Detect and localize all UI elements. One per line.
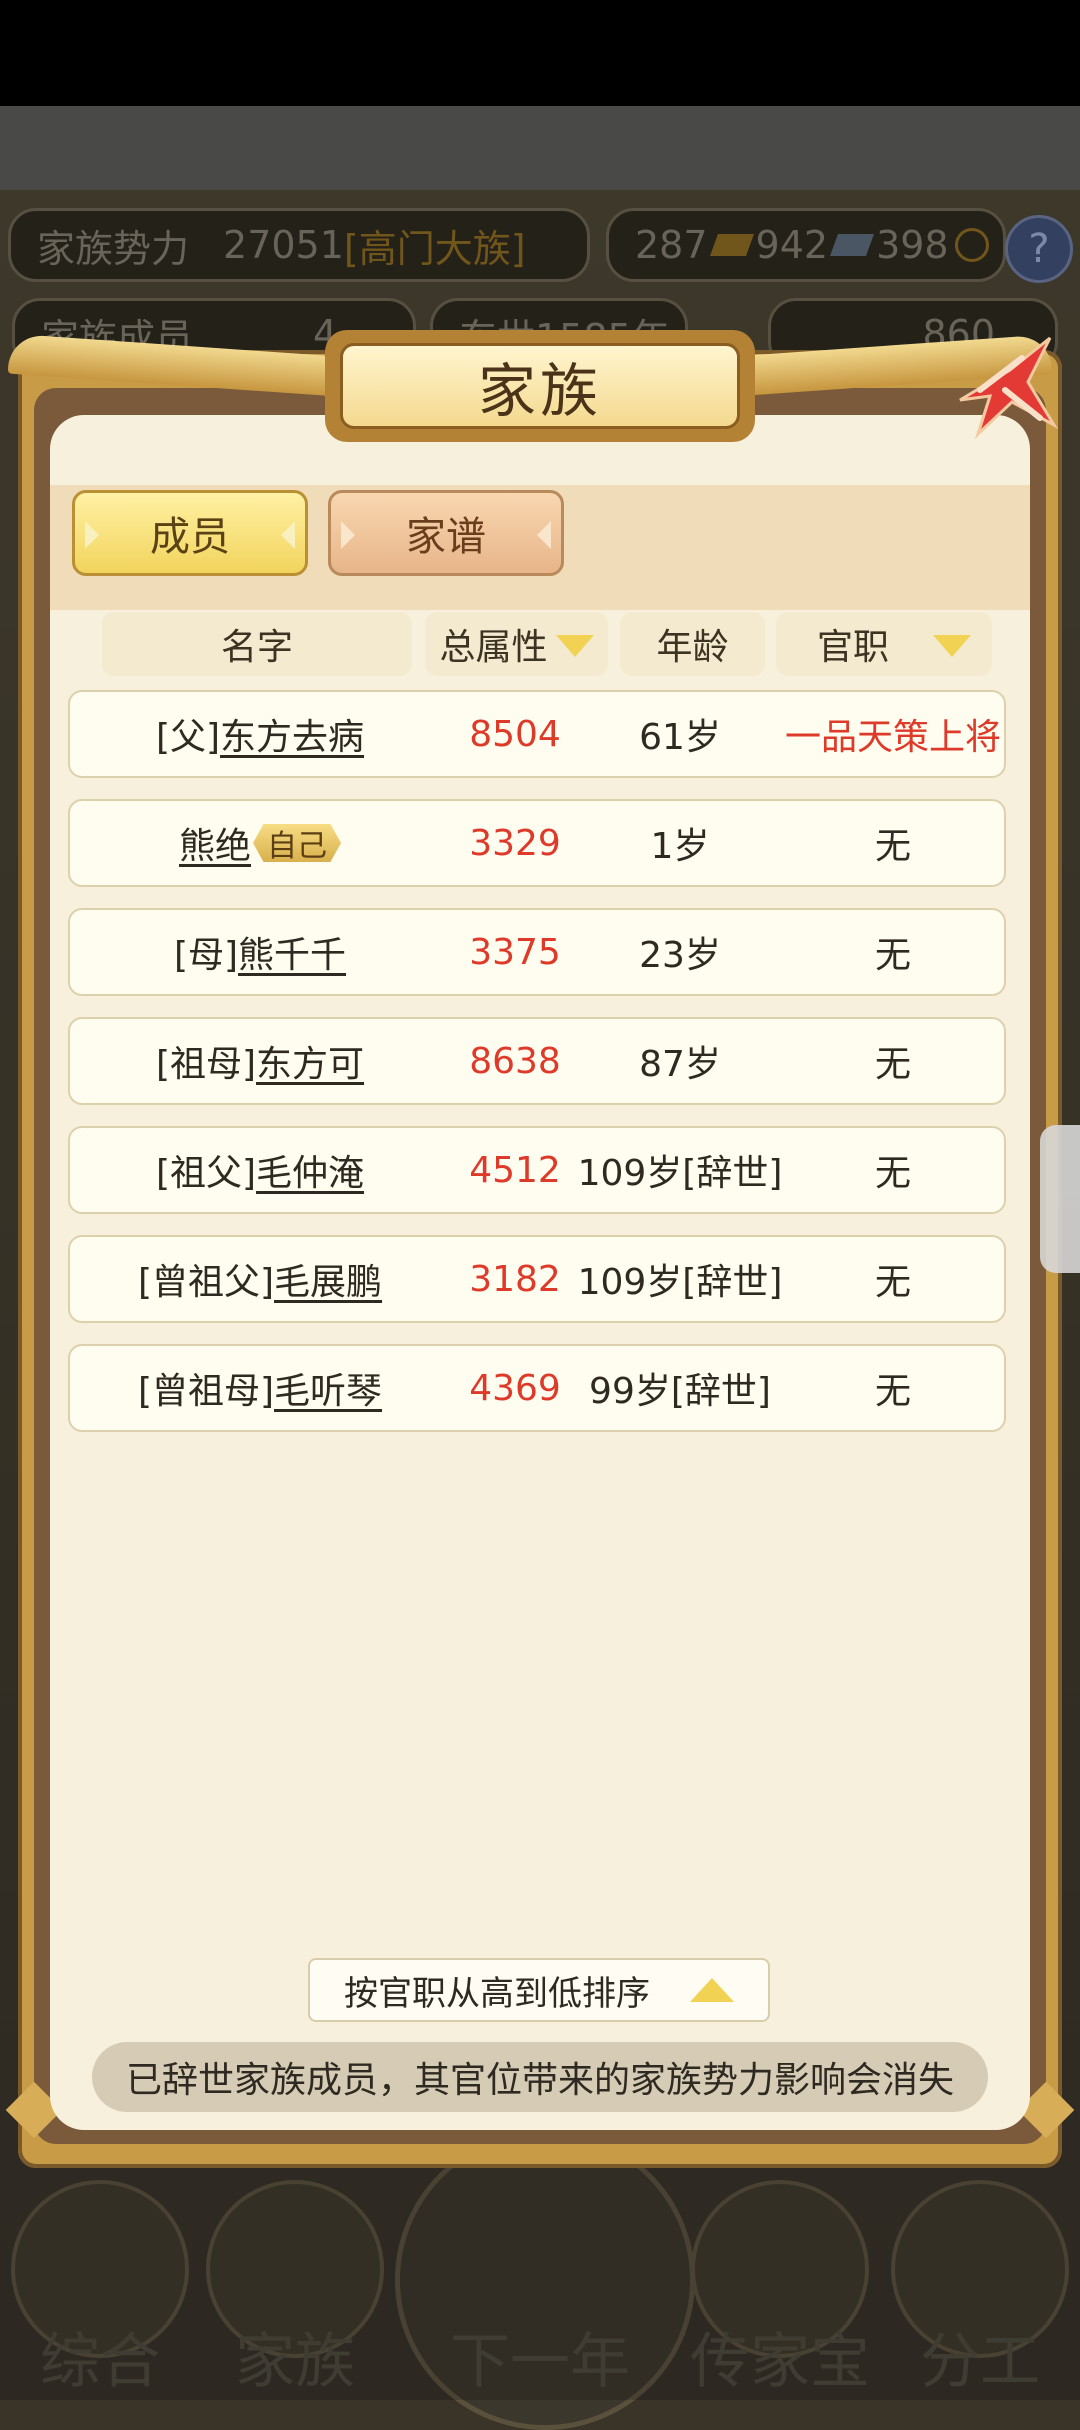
deceased-notice: 已辞世家族成员，其官位带来的家族势力影响会消失 xyxy=(92,2042,988,2112)
table-row[interactable]: [曾祖父] 毛展鹏 3182 109岁[辞世] 无 xyxy=(68,1235,1006,1323)
table-row[interactable]: [曾祖母] 毛听琴 4369 99岁[辞世] 无 xyxy=(68,1344,1006,1432)
rank-value: 无 xyxy=(874,935,911,976)
member-name-link[interactable]: 毛仲淹 xyxy=(256,1144,364,1196)
relation-prefix: [母] xyxy=(173,935,239,976)
member-name-cell: [曾祖父] 毛展鹏 xyxy=(70,1237,450,1321)
rank-value: 无 xyxy=(874,1153,911,1194)
member-name-link[interactable]: 毛展鹏 xyxy=(274,1253,382,1305)
age-value: 61岁 xyxy=(639,717,721,758)
age-value: 1岁 xyxy=(650,826,710,867)
member-name-cell: 熊绝 自己 xyxy=(70,801,450,885)
member-name-cell: [祖母] 东方可 xyxy=(70,1019,450,1103)
age-value: 87岁 xyxy=(639,1044,721,1085)
member-name-link[interactable]: 熊绝 xyxy=(179,817,251,869)
total-attr-value: 8638 xyxy=(469,1040,561,1082)
age-value: 109岁[辞世] xyxy=(577,1153,783,1194)
header-rank[interactable]: 官职 xyxy=(776,612,992,676)
table-row[interactable]: [祖母] 东方可 8638 87岁 无 xyxy=(68,1017,1006,1105)
total-attr-value: 3375 xyxy=(469,931,561,973)
tab-family-tree-label: 家谱 xyxy=(406,514,486,560)
sort-up-icon xyxy=(690,1978,734,2002)
table-row[interactable]: [祖父] 毛仲淹 4512 109岁[辞世] 无 xyxy=(68,1126,1006,1214)
relation-prefix: [祖父] xyxy=(155,1153,257,1194)
dialog-title: 家族 xyxy=(340,343,740,429)
member-name-link[interactable]: 东方去病 xyxy=(220,708,364,760)
sort-by-rank-button[interactable]: 按官职从高到低排序 xyxy=(308,1958,770,2022)
relation-prefix: [父] xyxy=(155,717,221,758)
tab-members-label: 成员 xyxy=(150,514,230,560)
rank-value: 一品天策上将 xyxy=(784,717,1001,758)
member-name-cell: [祖父] 毛仲淹 xyxy=(70,1128,450,1212)
member-name-cell: [母] 熊千千 xyxy=(70,910,450,994)
total-attr-value: 4369 xyxy=(469,1367,561,1409)
chevron-left-icon xyxy=(537,521,551,549)
sort-down-icon xyxy=(555,635,594,657)
header-total-attr-label: 总属性 xyxy=(439,627,548,668)
header-total-attr[interactable]: 总属性 xyxy=(425,612,608,676)
status-bar xyxy=(0,0,1080,106)
rank-value: 无 xyxy=(874,1262,911,1303)
table-row[interactable]: [父] 东方去病 8504 61岁 一品天策上将 xyxy=(68,690,1006,778)
sort-by-rank-label: 按官职从高到低排序 xyxy=(344,1973,650,2014)
sort-down-icon xyxy=(933,635,971,657)
header-name: 名字 xyxy=(102,612,412,676)
total-attr-value: 3329 xyxy=(469,822,561,864)
table-row[interactable]: 熊绝 自己 3329 1岁 无 xyxy=(68,799,1006,887)
total-attr-value: 4512 xyxy=(469,1149,561,1191)
member-name-link[interactable]: 东方可 xyxy=(256,1035,364,1087)
header-age-label: 年龄 xyxy=(656,627,729,668)
member-name-cell: [父] 东方去病 xyxy=(70,692,450,776)
relation-prefix: [曾祖父] xyxy=(137,1262,275,1303)
member-name-cell: [曾祖母] 毛听琴 xyxy=(70,1346,450,1430)
chevron-right-icon xyxy=(85,521,99,549)
close-icon[interactable] xyxy=(950,330,1060,440)
relation-prefix: [曾祖母] xyxy=(137,1371,275,1412)
member-name-link[interactable]: 毛听琴 xyxy=(274,1362,382,1414)
member-name-link[interactable]: 熊千千 xyxy=(238,926,346,978)
relation-prefix: [祖母] xyxy=(155,1044,257,1085)
header-age: 年龄 xyxy=(620,612,765,676)
table-row[interactable]: [母] 熊千千 3375 23岁 无 xyxy=(68,908,1006,996)
age-value: 23岁 xyxy=(639,935,721,976)
chevron-right-icon xyxy=(341,521,355,549)
header-rank-label: 官职 xyxy=(816,627,889,668)
total-attr-value: 3182 xyxy=(469,1258,561,1300)
rank-value: 无 xyxy=(874,1044,911,1085)
side-drawer-handle[interactable] xyxy=(1040,1125,1080,1273)
self-badge: 自己 xyxy=(253,824,341,862)
tab-members[interactable]: 成员 xyxy=(72,490,308,576)
chevron-left-icon xyxy=(281,521,295,549)
rank-value: 无 xyxy=(874,1371,911,1412)
header-name-label: 名字 xyxy=(220,627,293,668)
rank-value: 无 xyxy=(874,826,911,867)
age-value: 109岁[辞世] xyxy=(577,1262,783,1303)
age-value: 99岁[辞世] xyxy=(589,1371,771,1412)
tab-family-tree[interactable]: 家谱 xyxy=(328,490,564,576)
total-attr-value: 8504 xyxy=(469,713,561,755)
